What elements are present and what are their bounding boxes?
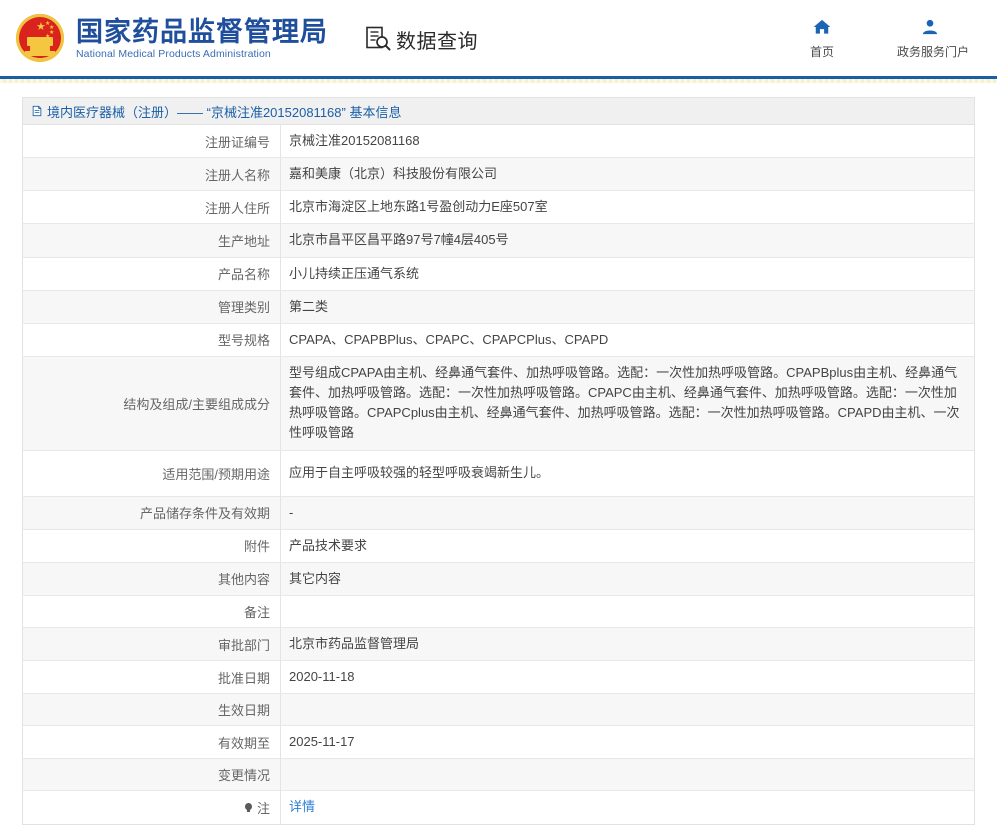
row-label: 适用范围/预期用途	[22, 449, 281, 497]
row-value: 产品技术要求	[280, 528, 975, 563]
table-row: 生效日期	[22, 693, 975, 726]
row-label: 生产地址	[22, 223, 281, 258]
table-row: 注册证编号 京械注准20152081168	[22, 124, 975, 158]
row-label: 有效期至	[22, 725, 281, 759]
nav-item-gov-portal-label: 政务服务门户	[897, 45, 970, 59]
row-value: 第二类	[280, 289, 975, 324]
nav-item-home[interactable]: 首页	[789, 16, 855, 60]
table-row: 批准日期 2020-11-18	[22, 660, 975, 694]
table-row: 注册人住所 北京市海淀区上地东路1号盈创动力E座507室	[22, 190, 975, 224]
nav-item-home-label: 首页	[809, 45, 834, 59]
row-label: 注册证编号	[22, 124, 281, 158]
row-label: 生效日期	[22, 693, 281, 726]
row-label: 变更情况	[22, 758, 281, 791]
row-label: 产品储存条件及有效期	[22, 495, 281, 530]
table-row: 型号规格 CPAPA、CPAPBPlus、CPAPC、CPAPCPlus、CPAP…	[22, 322, 975, 357]
row-value	[280, 758, 975, 791]
table-row: 注 详情	[22, 790, 975, 825]
row-value: 2020-11-18	[280, 660, 975, 694]
document-icon	[31, 105, 43, 117]
row-label: 注	[22, 790, 281, 825]
row-label-text: 注	[256, 800, 270, 816]
header-nav: 首页 政务服务门户	[789, 16, 997, 60]
row-label: 型号规格	[22, 322, 281, 357]
user-portal-icon	[897, 16, 963, 38]
document-search-icon	[364, 25, 392, 53]
row-label: 管理类别	[22, 289, 281, 324]
row-value: 嘉和美康（北京）科技股份有限公司	[280, 157, 975, 191]
china-national-emblem-icon: ★ ★ ★ ★ ★	[14, 12, 66, 64]
data-query-label: 数据查询	[396, 30, 478, 53]
row-value: 2025-11-17	[280, 725, 975, 759]
row-value: -	[280, 495, 975, 530]
row-value: 京械注准20152081168	[289, 133, 420, 148]
page-title-text: 境内医疗器械（注册）—— “京械注准20152081168” 基本信息	[47, 104, 402, 120]
row-label: 备注	[22, 594, 281, 628]
row-value: 其它内容	[280, 561, 975, 596]
row-label: 审批部门	[22, 626, 281, 661]
table-row: 审批部门 北京市药品监督管理局	[22, 626, 975, 661]
registration-info-table: 注册证编号 京械注准20152081168 注册人名称 嘉和美康（北京）科技股份有限公…	[22, 124, 975, 825]
table-row: 产品名称 小儿持续正压通气系统	[22, 256, 975, 291]
table-row: 管理类别 第二类	[22, 289, 975, 324]
table-row: 其他内容 其它内容	[22, 561, 975, 596]
table-row: 有效期至 2025-11-17	[22, 725, 975, 759]
row-label: 附件	[22, 528, 281, 563]
row-value: 北京市药品监督管理局	[280, 626, 975, 661]
row-label: 注册人住所	[22, 190, 281, 224]
row-value	[280, 594, 975, 628]
row-value: 应用于自主呼吸较强的轻型呼吸衰竭新生儿。	[280, 449, 975, 497]
table-row: 变更情况	[22, 758, 975, 791]
registration-info-body: 注册证编号 京械注准20152081168 注册人名称 嘉和美康（北京）科技股份有限公…	[22, 124, 975, 825]
row-value: CPAPA、CPAPBPlus、CPAPC、CPAPCPlus、CPAPD	[280, 322, 975, 357]
row-value	[280, 693, 975, 726]
home-icon	[789, 16, 855, 38]
table-row: 生产地址 北京市昌平区昌平路97号7幢4层405号	[22, 223, 975, 258]
row-label: 产品名称	[22, 256, 281, 291]
info-panel: 境内医疗器械（注册）—— “京械注准20152081168” 基本信息 注册证编…	[22, 97, 975, 825]
detail-link[interactable]: 详情	[289, 799, 315, 814]
brand-block: ★ ★ ★ ★ ★ 国家药品监督管理局 National Medical Pro…	[14, 12, 328, 64]
row-value: 小儿持续正压通气系统	[280, 256, 975, 291]
brand-title-en: National Medical Products Administration	[76, 48, 271, 61]
row-value: 型号组成CPAPA由主机、经鼻通气套件、加热呼吸管路。选配：一次性加热呼吸管路。…	[280, 355, 975, 451]
row-value: 详情	[280, 790, 975, 825]
row-label: 注册人名称	[22, 157, 281, 191]
site-header: ★ ★ ★ ★ ★ 国家药品监督管理局 National Medical Pro…	[0, 0, 997, 76]
header-decor-strip	[0, 79, 997, 83]
nav-item-gov-portal[interactable]: 政务服务门户	[897, 16, 970, 60]
row-label: 其他内容	[22, 561, 281, 596]
data-query-link[interactable]: 数据查询	[364, 25, 478, 54]
row-label: 批准日期	[22, 660, 281, 694]
row-value: 北京市海淀区上地东路1号盈创动力E座507室	[280, 190, 975, 224]
table-row: 适用范围/预期用途 应用于自主呼吸较强的轻型呼吸衰竭新生儿。	[22, 449, 975, 497]
table-row: 备注	[22, 594, 975, 628]
table-row: 注册人名称 嘉和美康（北京）科技股份有限公司	[22, 157, 975, 191]
table-row: 结构及组成/主要组成成分 型号组成CPAPA由主机、经鼻通气套件、加热呼吸管路。选…	[22, 355, 975, 451]
table-row: 产品储存条件及有效期 -	[22, 495, 975, 530]
brand-title-cn: 国家药品监督管理局	[76, 16, 328, 47]
table-row: 附件 产品技术要求	[22, 528, 975, 563]
page-title: 境内医疗器械（注册）—— “京械注准20152081168” 基本信息	[22, 97, 975, 124]
row-value: 北京市昌平区昌平路97号7幢4层405号	[280, 223, 975, 258]
bulb-icon	[244, 802, 254, 812]
row-label: 结构及组成/主要组成成分	[22, 355, 281, 451]
